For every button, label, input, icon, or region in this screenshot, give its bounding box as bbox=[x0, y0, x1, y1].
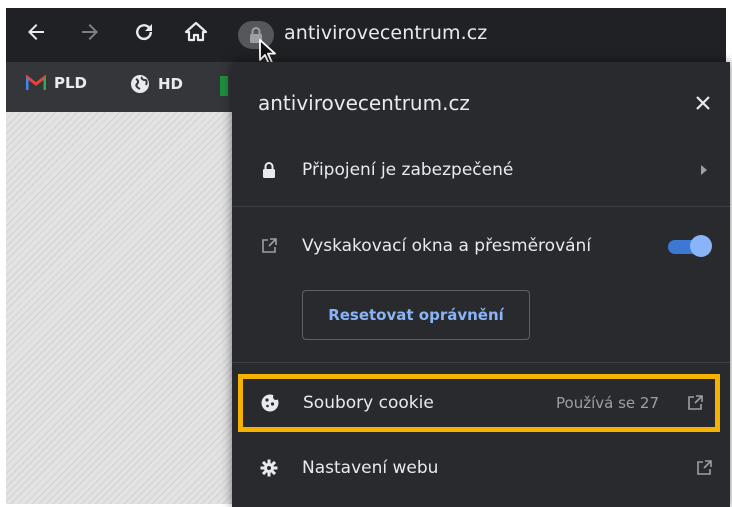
divider bbox=[232, 206, 730, 207]
globe-icon bbox=[131, 75, 149, 93]
connection-secure-row[interactable]: Připojení je zabezpečené bbox=[232, 142, 730, 198]
bookmark-hd[interactable]: HD bbox=[130, 74, 183, 94]
bookmark-pld[interactable]: PLD bbox=[26, 74, 87, 92]
cookies-label: Soubory cookie bbox=[303, 393, 434, 413]
browser-toolbar: antivirovecentrum.cz bbox=[6, 8, 726, 65]
page-background bbox=[6, 112, 232, 504]
bookmark-label: PLD bbox=[54, 74, 88, 92]
address-bar-url[interactable]: antivirovecentrum.cz bbox=[284, 22, 487, 44]
site-info-popup: antivirovecentrum.cz Připojení je zabezp… bbox=[232, 62, 730, 507]
bookmark-favicon-partial[interactable] bbox=[220, 76, 228, 96]
reset-permissions-button[interactable]: Resetovat oprávnění bbox=[302, 290, 530, 340]
popup-title: antivirovecentrum.cz bbox=[258, 91, 470, 115]
cookies-row[interactable]: Soubory cookie Používá se 27 bbox=[238, 374, 720, 432]
back-arrow-icon[interactable] bbox=[22, 18, 50, 46]
reload-icon[interactable] bbox=[130, 18, 158, 46]
cookie-icon bbox=[259, 392, 281, 414]
open-in-new-icon bbox=[258, 235, 280, 257]
divider bbox=[232, 362, 730, 363]
connection-label: Připojení je zabezpečené bbox=[302, 160, 514, 180]
gmail-icon bbox=[26, 75, 46, 90]
popups-redirects-row: Vyskakovací okna a přesměrování bbox=[232, 218, 730, 274]
close-button[interactable] bbox=[690, 90, 716, 116]
close-icon bbox=[696, 96, 710, 110]
popups-toggle[interactable] bbox=[664, 235, 712, 257]
toggle-knob bbox=[690, 235, 712, 257]
lock-icon bbox=[258, 159, 280, 181]
open-in-new-icon bbox=[694, 458, 714, 478]
site-settings-label: Nastavení webu bbox=[302, 458, 439, 478]
home-icon[interactable] bbox=[182, 18, 210, 46]
popups-label: Vyskakovací okna a přesměrování bbox=[302, 236, 592, 256]
chevron-right-icon bbox=[694, 160, 714, 180]
bookmark-label: HD bbox=[158, 75, 184, 93]
gear-icon bbox=[258, 457, 280, 479]
cookies-usage-status: Používá se 27 bbox=[556, 394, 659, 412]
site-settings-row[interactable]: Nastavení webu bbox=[232, 440, 730, 496]
forward-arrow-icon[interactable] bbox=[76, 18, 104, 46]
open-in-new-icon bbox=[685, 393, 705, 413]
